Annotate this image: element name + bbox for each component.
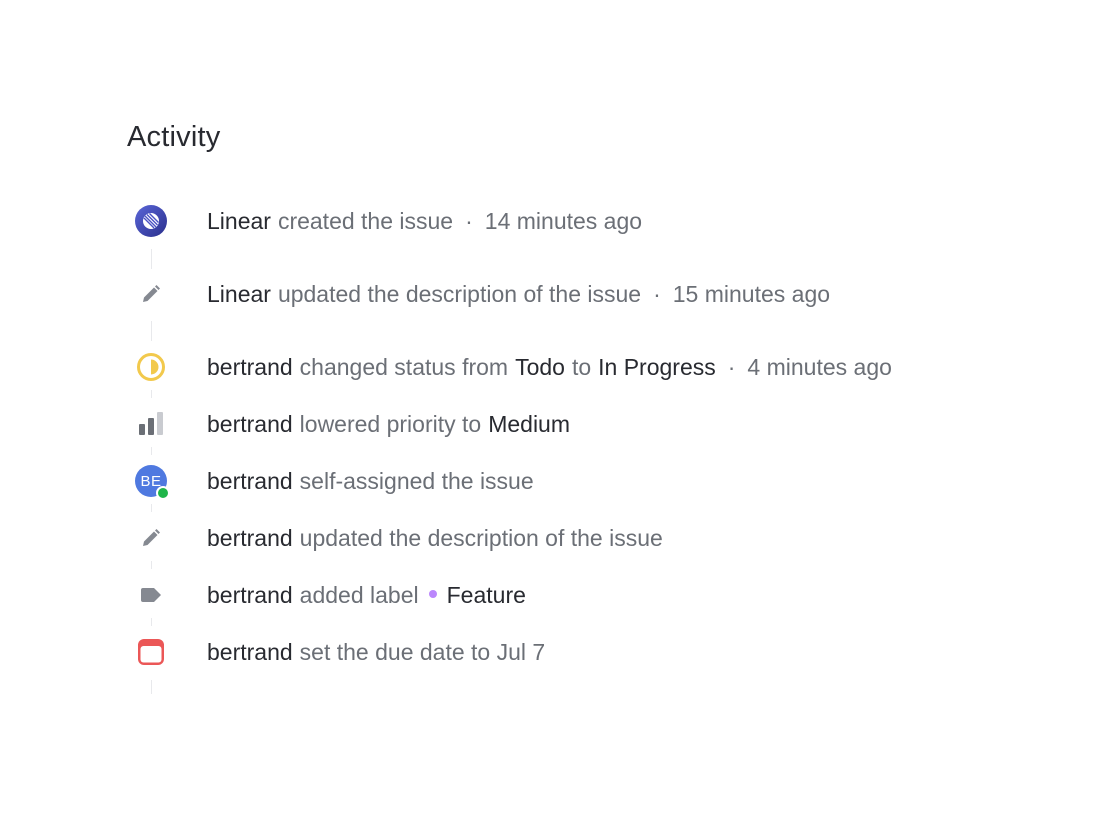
activity-actor[interactable]: Linear bbox=[207, 208, 271, 235]
activity-action: set the due date to Jul 7 bbox=[299, 638, 546, 665]
timeline-connector bbox=[151, 249, 152, 269]
activity-item: bertrand updated the description of the … bbox=[0, 518, 1094, 558]
activity-actor[interactable]: bertrand bbox=[207, 582, 293, 609]
activity-time[interactable]: 14 minutes ago bbox=[485, 208, 642, 235]
activity-actor[interactable]: bertrand bbox=[207, 525, 293, 552]
activity-action: updated the description of the issue bbox=[299, 524, 663, 551]
separator-dot: · bbox=[727, 353, 736, 380]
priority-medium-icon bbox=[131, 404, 171, 444]
pencil-icon bbox=[131, 274, 171, 314]
label-tag-icon bbox=[131, 575, 171, 615]
activity-actor[interactable]: bertrand bbox=[207, 411, 293, 438]
pencil-icon bbox=[131, 518, 171, 558]
activity-actor[interactable]: bertrand bbox=[207, 639, 293, 666]
label-color-dot bbox=[428, 590, 437, 598]
timeline-connector bbox=[151, 321, 152, 341]
status-from-value: Todo bbox=[515, 353, 565, 380]
activity-item: bertrand added label Feature bbox=[0, 575, 1094, 615]
activity-item: Linear created the issue · 14 minutes ag… bbox=[0, 201, 1094, 241]
timeline-connector bbox=[151, 447, 152, 455]
timeline-connector bbox=[151, 390, 152, 398]
priority-value: Medium bbox=[488, 410, 571, 437]
activity-item: BE bertrand self-assigned the issue bbox=[0, 461, 1094, 501]
activity-action: updated the description of the issue bbox=[277, 280, 642, 307]
activity-action: changed status from bbox=[299, 353, 509, 380]
activity-actor[interactable]: bertrand bbox=[207, 354, 293, 381]
avatar[interactable]: BE bbox=[135, 465, 170, 500]
activity-item: Linear updated the description of the is… bbox=[0, 274, 1094, 314]
activity-action: added label bbox=[299, 581, 419, 608]
online-status-indicator bbox=[156, 486, 170, 500]
activity-time[interactable]: 4 minutes ago bbox=[747, 354, 891, 381]
linear-logo-icon bbox=[131, 201, 171, 241]
activity-item: bertrand changed status from Todo to In … bbox=[0, 347, 1094, 387]
status-to-word: to bbox=[571, 353, 592, 380]
activity-actor[interactable]: Linear bbox=[207, 281, 271, 308]
activity-item: bertrand lowered priority to Medium bbox=[0, 404, 1094, 444]
calendar-icon bbox=[131, 632, 171, 672]
label-value[interactable]: Feature bbox=[447, 582, 526, 609]
timeline-connector bbox=[151, 618, 152, 626]
avatar-wrapper: BE bbox=[131, 461, 171, 501]
activity-time[interactable]: 15 minutes ago bbox=[673, 281, 830, 308]
timeline-connector bbox=[151, 504, 152, 512]
activity-action: self-assigned the issue bbox=[299, 467, 534, 494]
activity-timeline: Linear created the issue · 14 minutes ag… bbox=[0, 0, 1094, 822]
activity-action: created the issue bbox=[277, 207, 454, 234]
activity-actor[interactable]: bertrand bbox=[207, 468, 293, 495]
in-progress-status-icon bbox=[131, 347, 171, 387]
status-to-value: In Progress bbox=[598, 353, 716, 380]
activity-item: bertrand set the due date to Jul 7 bbox=[0, 632, 1094, 672]
separator-dot: · bbox=[465, 207, 473, 234]
separator-dot: · bbox=[653, 280, 661, 307]
activity-action: lowered priority to bbox=[299, 410, 482, 437]
timeline-connector bbox=[151, 561, 152, 569]
timeline-connector bbox=[151, 680, 152, 694]
